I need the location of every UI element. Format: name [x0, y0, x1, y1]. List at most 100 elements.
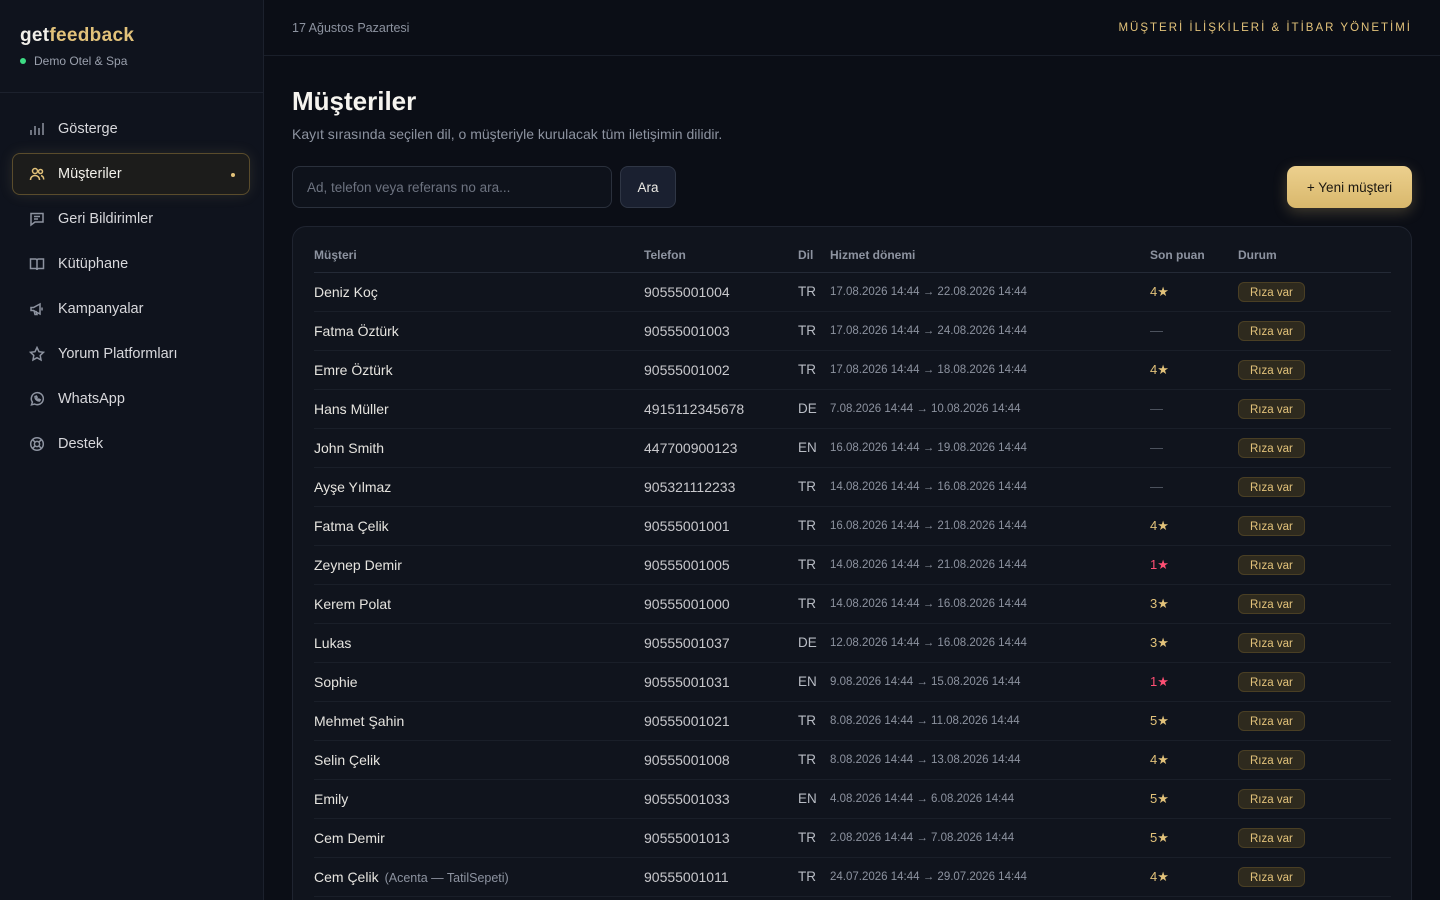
table-row[interactable]: Fatma Çelik 90555001001 TR 16.08.2026 14:44…: [314, 506, 1391, 546]
active-indicator-dot: [231, 173, 235, 177]
customer-name[interactable]: Selin Çelik: [314, 752, 380, 768]
logo[interactable]: getfeedback: [20, 26, 243, 46]
table-row[interactable]: Cem Demir 90555001013 TR 2.08.2026 14:44 → …: [314, 818, 1391, 858]
lifebuoy-icon: [29, 436, 45, 452]
service-period-cell: 17.08.2026 14:44 → 18.08.2026 14:44: [830, 350, 1150, 390]
table-row[interactable]: Ayşe Yılmaz 905321112233 TR 14.08.2026 14:4…: [314, 467, 1391, 507]
table-row[interactable]: Zeynep Demir 90555001005 TR 14.08.2026 14:4…: [314, 545, 1391, 585]
column-header-customer[interactable]: Müşteri: [314, 227, 644, 273]
status-cell: Rıza var: [1238, 623, 1391, 663]
language-cell: TR: [798, 350, 830, 390]
customer-name[interactable]: Sophie: [314, 674, 358, 690]
customer-name-cell[interactable]: Cem Demir: [314, 818, 644, 858]
customer-name-cell[interactable]: Lukas: [314, 623, 644, 663]
column-header-last-score[interactable]: Son puan: [1150, 227, 1238, 273]
consent-status-badge: Rıza var: [1238, 710, 1305, 731]
search-input[interactable]: [292, 166, 612, 208]
table-row[interactable]: Sophie 90555001031 EN 9.08.2026 14:44 → 15.…: [314, 662, 1391, 702]
customer-name-cell[interactable]: Ayşe Yılmaz: [314, 467, 644, 507]
customer-name[interactable]: Kerem Polat: [314, 596, 391, 612]
table-row[interactable]: Cem Çelik (Acenta — TatilSepeti) 905550010…: [314, 857, 1391, 897]
sidebar-item-musteriler[interactable]: Müşteriler: [12, 153, 250, 195]
hotel-name: Demo Otel & Spa: [34, 54, 128, 68]
customer-name[interactable]: Zeynep Demir: [314, 557, 402, 573]
customer-name-cell[interactable]: Hans Müller: [314, 389, 644, 429]
customer-name[interactable]: Cem Çelik: [314, 869, 379, 885]
table-row[interactable]: Fatma Öztürk 90555001003 TR 17.08.2026 14:4…: [314, 311, 1391, 351]
table-row[interactable]: John Smith 447700900123 EN 16.08.2026 14:44…: [314, 428, 1391, 468]
customer-name-cell[interactable]: Mehmet Şahin: [314, 701, 644, 741]
search-button[interactable]: Ara: [620, 166, 676, 208]
customer-name[interactable]: Emre Öztürk: [314, 362, 393, 378]
sidebar-item-destek[interactable]: Destek: [12, 423, 250, 465]
table-row[interactable]: Deniz Koç 90555001004 TR 17.08.2026 14:44 →…: [314, 272, 1391, 312]
sidebar-item-yorum-platformlari[interactable]: Yorum Platformları: [12, 333, 250, 375]
language-cell: TR: [798, 272, 830, 312]
customer-name-cell[interactable]: Kerem Polat: [314, 584, 644, 624]
book-icon: [29, 256, 45, 272]
sidebar-item-kampanyalar[interactable]: Kampanyalar: [12, 288, 250, 330]
customer-name-cell[interactable]: Fatma Çelik: [314, 506, 644, 546]
customer-name[interactable]: Deniz Koç: [314, 284, 378, 300]
sidebar-item-gosterge[interactable]: Gösterge: [12, 108, 250, 150]
phone-cell: 447700900123: [644, 428, 798, 468]
last-score-cell: —: [1150, 467, 1238, 507]
customer-name[interactable]: Fatma Çelik: [314, 518, 389, 534]
customer-name[interactable]: Emily: [314, 791, 348, 807]
tagline: MÜŞTERİ İLİŞKİLERİ & İTİBAR YÖNETİMİ: [1118, 21, 1412, 34]
consent-status-badge: Rıza var: [1238, 398, 1305, 419]
customer-name[interactable]: Cem Demir: [314, 830, 385, 846]
customer-name[interactable]: Ayşe Yılmaz: [314, 479, 391, 495]
customer-name-cell[interactable]: Emre Öztürk: [314, 350, 644, 390]
logo-get: get: [20, 25, 50, 46]
table-row[interactable]: Kerem Polat 90555001000 TR 14.08.2026 14:44…: [314, 584, 1391, 624]
customer-name[interactable]: John Smith: [314, 440, 384, 456]
phone-cell: 90555001013: [644, 818, 798, 858]
phone-cell: 90555001033: [644, 779, 798, 819]
service-period-cell: 8.08.2026 14:44 → 11.08.2026 14:44: [830, 701, 1150, 741]
toolbar: Ara + Yeni müşteri: [292, 166, 1412, 208]
logo-feedback: feedback: [49, 25, 135, 46]
status-cell: Rıza var: [1238, 662, 1391, 702]
new-customer-button[interactable]: + Yeni müşteri: [1287, 166, 1412, 208]
customer-name-cell[interactable]: Deniz Koç: [314, 272, 644, 312]
language-cell: TR: [798, 740, 830, 780]
column-header-status[interactable]: Durum: [1238, 227, 1391, 273]
customer-name-cell[interactable]: John Smith: [314, 428, 644, 468]
table-row[interactable]: Emily 90555001033 EN 4.08.2026 14:44 → 6.08…: [314, 779, 1391, 819]
phone-cell: 90555001011: [644, 857, 798, 897]
sidebar-item-whatsapp[interactable]: WhatsApp: [12, 378, 250, 420]
last-score-cell: 4★: [1150, 857, 1238, 897]
table-row[interactable]: Lukas 90555001037 DE 12.08.2026 14:44 → 16.…: [314, 623, 1391, 663]
last-score-cell: 4★: [1150, 506, 1238, 546]
customer-name-cell[interactable]: Emily: [314, 779, 644, 819]
table-row[interactable]: Emre Öztürk 90555001002 TR 17.08.2026 14:44…: [314, 350, 1391, 390]
column-header-language[interactable]: Dil: [798, 227, 830, 273]
service-period-cell: 12.08.2026 14:44 → 16.08.2026 14:44: [830, 623, 1150, 663]
last-score-cell: 4★: [1150, 350, 1238, 390]
customer-name[interactable]: Lukas: [314, 635, 351, 651]
table-row[interactable]: Selin Çelik 90555001008 TR 8.08.2026 14:44 …: [314, 740, 1391, 780]
last-score-cell: —: [1150, 428, 1238, 468]
table-row[interactable]: Hans Müller 4915112345678 DE 7.08.2026 14:4…: [314, 389, 1391, 429]
table-row[interactable]: Mehmet Şahin 90555001021 TR 8.08.2026 14:44…: [314, 701, 1391, 741]
phone-cell: 4915112345678: [644, 389, 798, 429]
last-score-cell: 4★: [1150, 272, 1238, 312]
column-header-service-period[interactable]: Hizmet dönemi: [830, 227, 1150, 273]
customer-name-cell[interactable]: Fatma Öztürk: [314, 311, 644, 351]
phone-cell: 90555001000: [644, 584, 798, 624]
service-period-cell: 7.08.2026 14:44 → 10.08.2026 14:44: [830, 389, 1150, 429]
customer-name[interactable]: Fatma Öztürk: [314, 323, 399, 339]
customer-name-cell[interactable]: Selin Çelik: [314, 740, 644, 780]
sidebar-item-kutuphane[interactable]: Kütüphane: [12, 243, 250, 285]
consent-status-badge: Rıza var: [1238, 476, 1305, 497]
last-score-cell: 5★: [1150, 818, 1238, 858]
column-header-phone[interactable]: Telefon: [644, 227, 798, 273]
customer-name[interactable]: Mehmet Şahin: [314, 713, 404, 729]
customer-name-cell[interactable]: Zeynep Demir: [314, 545, 644, 585]
customer-name-cell[interactable]: Cem Çelik (Acenta — TatilSepeti): [314, 857, 644, 897]
customer-name-cell[interactable]: Sophie: [314, 662, 644, 702]
sidebar-item-label: WhatsApp: [58, 391, 125, 407]
sidebar-item-geri-bildirimler[interactable]: Geri Bildirimler: [12, 198, 250, 240]
customer-name[interactable]: Hans Müller: [314, 401, 389, 417]
